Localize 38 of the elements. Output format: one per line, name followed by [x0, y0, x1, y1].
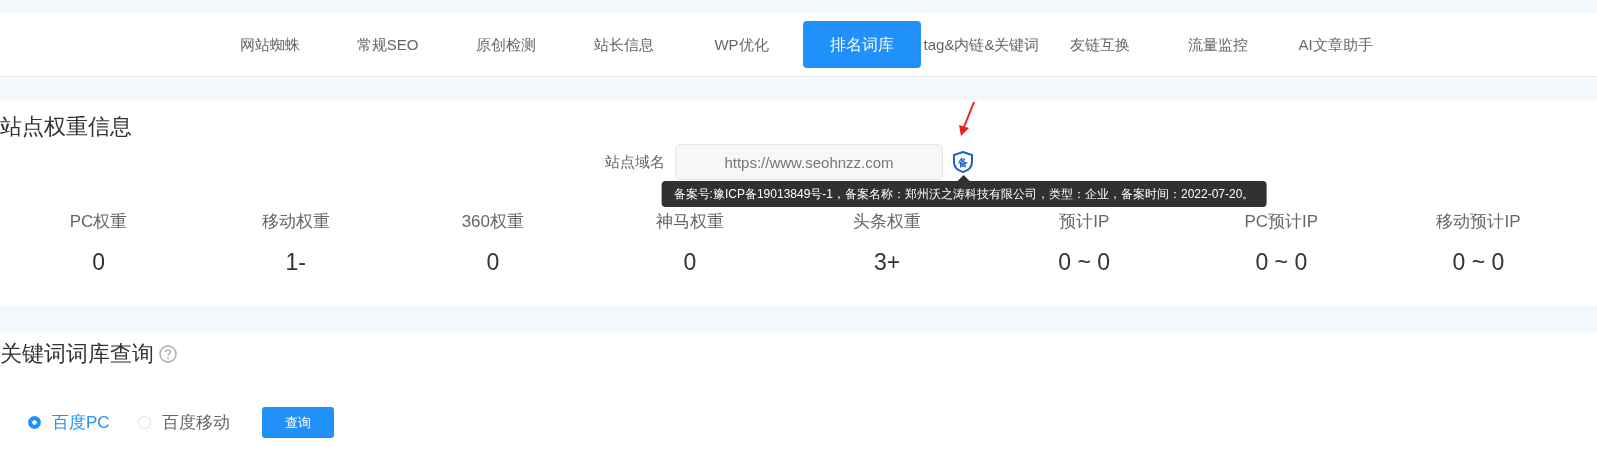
nav-tab[interactable]: 流量监控: [1158, 21, 1277, 68]
tooltip: 备案号:豫ICP备19013849号-1，备案名称：郑州沃之涛科技有限公司，类型：企业，备案时间：2022-07-20。: [661, 181, 1267, 207]
radio-label[interactable]: 百度移动: [161, 411, 230, 434]
pointer-arrow: [957, 101, 977, 137]
stat-label: 头条权重: [852, 211, 923, 233]
stat-value: 3+: [872, 248, 902, 276]
stat-value: 0: [485, 248, 501, 276]
stat-value: 0 ~ 0: [1451, 248, 1506, 276]
nav-tab[interactable]: 原创检测: [446, 21, 565, 68]
stat-label: 360权重: [460, 211, 525, 233]
section-title: 关键词词库查询: [0, 340, 154, 368]
help-icon[interactable]: [159, 345, 177, 363]
stat-label: 移动预计IP: [1435, 211, 1522, 233]
stat-label: 预计IP: [1058, 211, 1111, 233]
nav-tab[interactable]: 网站蜘蛛: [210, 21, 329, 68]
radio-button[interactable]: [28, 416, 41, 429]
stat-value: 0: [91, 248, 106, 276]
stat-label: PC权重: [68, 211, 129, 233]
nav-tab[interactable]: WP优化: [682, 21, 801, 68]
stat-label: 神马权重: [654, 211, 725, 233]
stat-value: 1-: [284, 248, 307, 276]
stat-label: PC预计IP: [1243, 211, 1320, 233]
radio-label[interactable]: 百度PC: [52, 411, 110, 434]
stat-value: 0 ~ 0: [1057, 248, 1112, 276]
query-button[interactable]: 查询: [261, 407, 334, 438]
shield-icon[interactable]: 备: [953, 151, 973, 173]
nav-tab[interactable]: 常规SEO: [328, 21, 447, 68]
stat-value: 0 ~ 0: [1254, 248, 1309, 276]
section-title: 站点权重信息: [0, 113, 132, 141]
nav-tab[interactable]: 排名词库: [802, 21, 921, 68]
stat-label: 移动权重: [260, 211, 331, 233]
stat-value: 0: [682, 248, 698, 276]
nav-tab[interactable]: 站长信息: [564, 21, 683, 68]
domain-field[interactable]: https://www.seohnzz.com: [675, 144, 943, 180]
nav-tab[interactable]: tag&内链&关键词: [922, 21, 1041, 68]
field-label: 站点域名: [605, 152, 665, 172]
nav-tab[interactable]: 友链互换: [1040, 21, 1159, 68]
nav-tab[interactable]: AI文章助手: [1276, 21, 1395, 68]
